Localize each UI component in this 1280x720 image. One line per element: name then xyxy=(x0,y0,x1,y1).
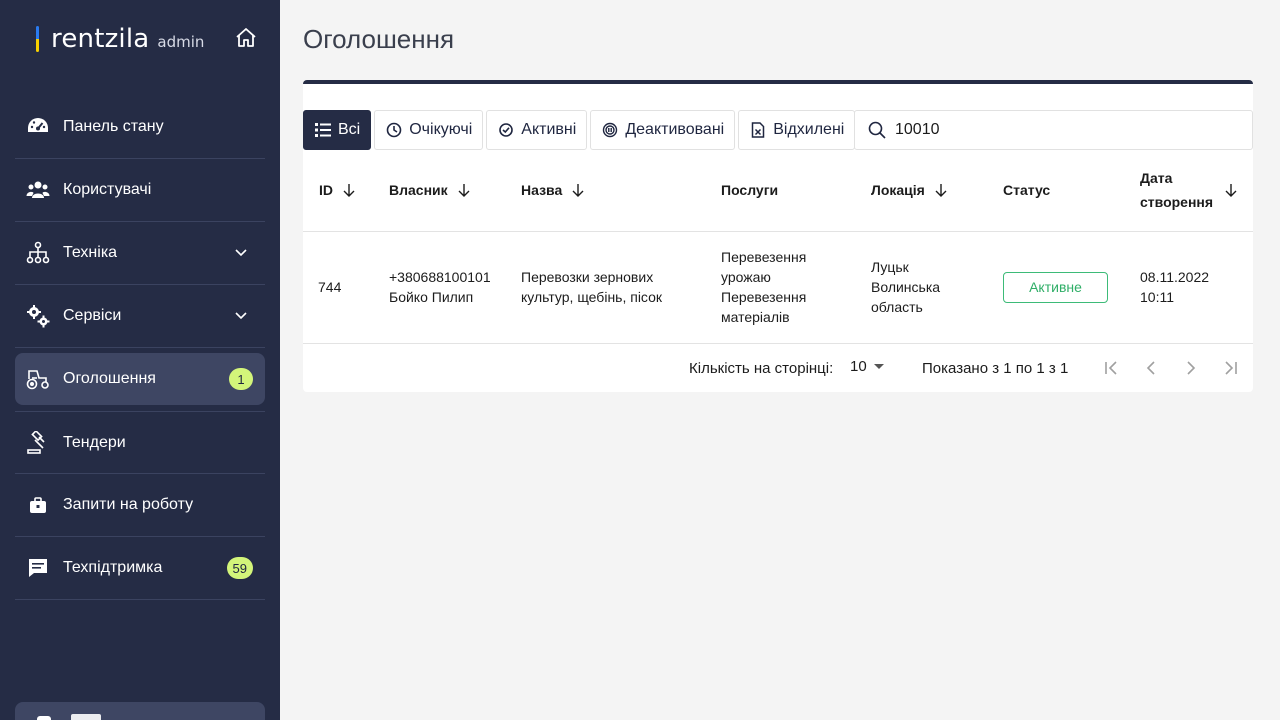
page-title: Оголошення xyxy=(303,24,455,54)
tab-label: Всі xyxy=(338,121,361,138)
file-x-icon xyxy=(749,121,767,139)
logo[interactable]: rentzila admin xyxy=(36,24,204,54)
sidebar-item-label: Користувачі xyxy=(63,181,152,198)
pause-circle-icon xyxy=(601,121,619,139)
sort-arrow-icon[interactable] xyxy=(456,182,472,198)
sort-arrow-icon[interactable] xyxy=(933,182,949,198)
sidebar-item-services[interactable]: Сервіси xyxy=(15,285,265,348)
sidebar-item-label: Панель стану xyxy=(63,118,164,135)
sidebar-item-label: Техніка xyxy=(63,244,118,261)
sidebar-item-label: Техпідтримка xyxy=(63,559,163,576)
briefcase-icon xyxy=(25,492,51,518)
users-icon xyxy=(25,177,51,203)
sidebar-item-job-requests[interactable]: Запити на роботу xyxy=(15,474,265,537)
date-value: 08.11.2022 xyxy=(1140,269,1210,285)
column-header-location[interactable]: Локація xyxy=(871,150,1003,232)
sidebar-item-users[interactable]: Користувачі xyxy=(15,159,265,222)
tab-label: Очікуючі xyxy=(409,121,473,138)
listings-table: ID Власник Назва Послуги Локація Статус … xyxy=(303,150,1253,344)
sidebar-item-label: Оголошення xyxy=(63,370,156,387)
sidebar-item-label: Тендери xyxy=(63,433,126,451)
search-box xyxy=(854,110,1253,150)
sort-arrow-icon[interactable] xyxy=(1223,182,1239,198)
logo-word: rentzila xyxy=(51,24,150,54)
owner-name: Бойко Пилип xyxy=(389,289,474,305)
logo-flag-icon xyxy=(36,26,39,52)
column-header-date[interactable]: Дата створення xyxy=(1140,150,1253,232)
sidebar-item-label: Сервіси xyxy=(63,307,122,324)
service-item: Перевезення урожаю xyxy=(721,249,807,285)
cell-services: Перевезення урожаю Перевезення матеріалі… xyxy=(721,231,871,344)
tab-all[interactable]: Всі xyxy=(303,110,372,150)
profile-icon xyxy=(37,716,51,720)
sidebar-item-listings[interactable]: Оголошення 1 xyxy=(15,353,265,405)
sidebar-nav: Панель стану Користувачі Техніка Сервіси xyxy=(15,96,265,600)
service-item: Перевезення матеріалів xyxy=(721,289,807,325)
gears-icon xyxy=(25,303,51,329)
cell-location: Луцьк Волинська область xyxy=(871,231,1003,344)
sort-arrow-icon[interactable] xyxy=(341,182,357,198)
time-value: 10:11 xyxy=(1140,289,1174,305)
dashboard-gauge-icon xyxy=(25,114,51,140)
list-icon xyxy=(314,121,332,139)
logo-sub: admin xyxy=(157,33,205,51)
table-row[interactable]: 744 +380688100101 Бойко Пилип Перевозки … xyxy=(303,231,1253,344)
cell-status: Активне xyxy=(1003,231,1140,344)
column-header-status: Статус xyxy=(1003,150,1140,232)
tab-rejected[interactable]: Відхилені xyxy=(738,110,856,150)
prev-page-icon[interactable] xyxy=(1141,358,1161,378)
listings-card: Всі Очікуючі Активні Деактивовані Відхил… xyxy=(303,80,1253,392)
tab-label: Активні xyxy=(521,121,577,138)
gavel-icon xyxy=(25,430,51,456)
next-page-icon[interactable] xyxy=(1181,358,1201,378)
rows-per-page-label: Кількість на сторінці: xyxy=(689,360,834,377)
last-page-icon[interactable] xyxy=(1221,358,1241,378)
logo-row: rentzila admin xyxy=(36,24,258,54)
tab-active[interactable]: Активні xyxy=(486,110,588,150)
first-page-icon[interactable] xyxy=(1101,358,1121,378)
sidebar-profile-button[interactable] xyxy=(15,702,265,720)
tab-label: Відхилені xyxy=(773,121,845,138)
column-header-title[interactable]: Назва xyxy=(521,150,721,232)
search-icon xyxy=(867,120,887,140)
count-badge: 1 xyxy=(229,368,253,390)
chevron-down-icon[interactable] xyxy=(233,244,249,260)
hierarchy-icon xyxy=(25,240,51,266)
profile-label-cut xyxy=(71,714,101,720)
table-header-row: ID Власник Назва Послуги Локація Статус … xyxy=(303,150,1253,232)
pagination: Кількість на сторінці: 10 Показано з 1 п… xyxy=(303,342,1253,396)
sidebar: rentzila admin Панель стану Користувачі … xyxy=(0,0,280,720)
cell-id: 744 xyxy=(303,231,389,344)
sidebar-item-label: Запити на роботу xyxy=(63,496,194,513)
search-input[interactable] xyxy=(895,121,1235,139)
chevron-down-icon[interactable] xyxy=(233,307,249,323)
clock-icon xyxy=(385,121,403,139)
caret-down-icon xyxy=(873,363,884,369)
tab-pending[interactable]: Очікуючі xyxy=(374,110,484,150)
home-icon[interactable] xyxy=(234,26,258,50)
owner-phone: +380688100101 xyxy=(389,269,491,285)
tractor-icon xyxy=(25,366,51,392)
rows-per-page-select[interactable]: 10 xyxy=(850,358,885,375)
tab-deactivated[interactable]: Деактивовані xyxy=(590,110,736,150)
pagination-range: Показано з 1 по 1 з 1 xyxy=(922,360,1069,377)
column-header-id[interactable]: ID xyxy=(303,150,389,232)
column-header-owner[interactable]: Власник xyxy=(389,150,521,232)
cell-title: Перевозки зернових культур, щебінь, пісо… xyxy=(521,231,721,344)
sidebar-item-tenders[interactable]: Тендери xyxy=(15,411,265,474)
cell-owner: +380688100101 Бойко Пилип xyxy=(389,231,521,344)
rows-per-page-value: 10 xyxy=(850,358,867,375)
sidebar-item-dashboard[interactable]: Панель стану xyxy=(15,96,265,159)
status-badge: Активне xyxy=(1003,271,1108,303)
sidebar-item-equipment[interactable]: Техніка xyxy=(15,222,265,285)
column-header-services: Послуги xyxy=(721,150,871,232)
sort-arrow-icon[interactable] xyxy=(570,182,586,198)
cell-date: 08.11.2022 10:11 xyxy=(1140,231,1253,344)
check-circle-icon xyxy=(497,121,515,139)
sidebar-item-support[interactable]: Техпідтримка 59 xyxy=(15,537,265,600)
chat-icon xyxy=(25,555,51,581)
status-filter-tabs: Всі Очікуючі Активні Деактивовані Відхил… xyxy=(303,110,858,150)
count-badge: 59 xyxy=(226,557,253,579)
tab-label: Деактивовані xyxy=(625,121,725,138)
